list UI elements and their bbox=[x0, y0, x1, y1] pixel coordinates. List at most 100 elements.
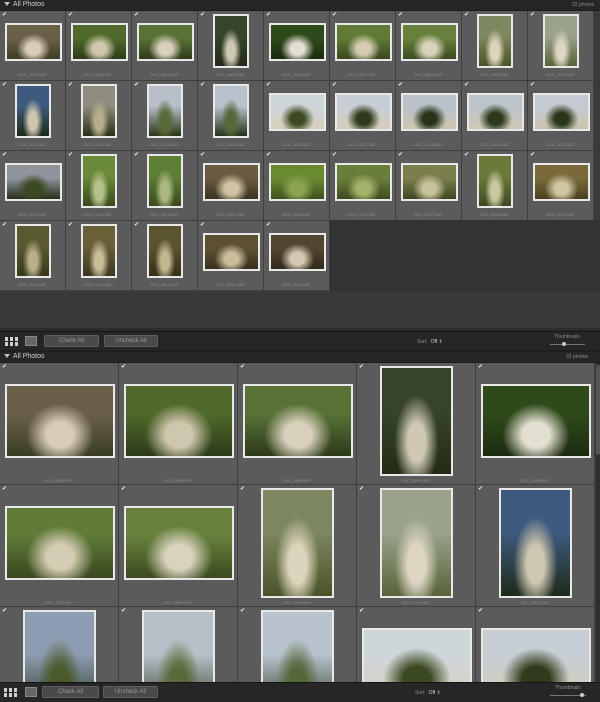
include-checkbox[interactable]: ✔ bbox=[398, 82, 403, 88]
thumbnail-cell[interactable]: ✔ DSC_0927.NEF bbox=[198, 151, 264, 221]
thumbnail-cell[interactable]: ✔ DSC_0906.NEF bbox=[476, 363, 595, 485]
include-checkbox[interactable]: ✔ bbox=[359, 608, 364, 614]
thumbnail-cell[interactable]: ✔ DSC_0916.NEF bbox=[264, 81, 330, 151]
include-checkbox[interactable]: ✔ bbox=[134, 152, 139, 158]
thumbnail-cell[interactable]: ✔DSC_0914.NEF bbox=[132, 81, 198, 151]
photo-thumbnail[interactable] bbox=[147, 154, 183, 208]
include-checkbox[interactable]: ✔ bbox=[134, 82, 139, 88]
thumbnail-cell[interactable]: ✔DSC_0915.NEF bbox=[238, 607, 357, 682]
photo-thumbnail[interactable] bbox=[361, 628, 472, 682]
thumbnail-cell[interactable]: ✔ DSC_0943.NEF bbox=[264, 221, 330, 291]
photo-thumbnail[interactable] bbox=[480, 384, 591, 458]
thumbnail-cell[interactable]: ✔ DSC_0934.NEF bbox=[462, 151, 528, 221]
thumbnail-cell[interactable]: ✔ DSC_0907.NEF bbox=[330, 11, 396, 81]
photo-thumbnail[interactable] bbox=[268, 93, 326, 131]
photo-thumbnail[interactable] bbox=[380, 366, 453, 476]
include-checkbox[interactable]: ✔ bbox=[240, 608, 245, 614]
thumbnail-cell[interactable]: ✔ DSC_0910.NEF bbox=[357, 485, 476, 607]
photo-thumbnail[interactable] bbox=[202, 163, 260, 201]
thumbnail-cell[interactable]: ✔DSC_0914.NEF bbox=[119, 607, 238, 682]
include-checkbox[interactable]: ✔ bbox=[332, 12, 337, 18]
thumbnail-size-slider-handle[interactable] bbox=[562, 342, 566, 346]
include-checkbox[interactable]: ✔ bbox=[134, 222, 139, 228]
thumbnail-size-slider[interactable] bbox=[550, 344, 585, 345]
include-checkbox[interactable]: ✔ bbox=[240, 486, 245, 492]
photo-thumbnail[interactable] bbox=[543, 14, 579, 68]
photo-thumbnail[interactable] bbox=[213, 14, 249, 68]
include-checkbox[interactable]: ✔ bbox=[68, 82, 73, 88]
thumbnail-cell[interactable]: ✔DSC_0915.NEF bbox=[198, 81, 264, 151]
include-checkbox[interactable]: ✔ bbox=[478, 608, 483, 614]
photo-thumbnail[interactable] bbox=[81, 154, 117, 208]
thumbnail-cell[interactable]: ✔ DSC_0925.NEF bbox=[66, 151, 132, 221]
include-checkbox[interactable]: ✔ bbox=[200, 82, 205, 88]
include-checkbox[interactable]: ✔ bbox=[530, 12, 535, 18]
photo-thumbnail[interactable] bbox=[466, 93, 524, 131]
include-checkbox[interactable]: ✔ bbox=[464, 82, 469, 88]
photo-thumbnail[interactable] bbox=[400, 23, 458, 61]
photo-thumbnail[interactable] bbox=[334, 23, 392, 61]
include-checkbox[interactable]: ✔ bbox=[332, 152, 337, 158]
photo-thumbnail[interactable] bbox=[400, 163, 458, 201]
photo-thumbnail[interactable] bbox=[242, 384, 353, 458]
source-title[interactable]: All Photos bbox=[4, 352, 45, 362]
photo-thumbnail[interactable] bbox=[261, 488, 334, 598]
include-checkbox[interactable]: ✔ bbox=[332, 82, 337, 88]
thumbnail-cell[interactable]: ✔ DSC_0937.NEF bbox=[528, 151, 594, 221]
include-checkbox[interactable]: ✔ bbox=[398, 152, 403, 158]
thumbnail-cell[interactable]: ✔ DSC_0906.NEF bbox=[264, 11, 330, 81]
photo-thumbnail[interactable] bbox=[532, 163, 590, 201]
include-checkbox[interactable]: ✔ bbox=[121, 608, 126, 614]
photo-thumbnail[interactable] bbox=[380, 488, 453, 598]
photo-thumbnail[interactable] bbox=[70, 23, 128, 61]
photo-thumbnail[interactable] bbox=[123, 506, 234, 580]
check-all-button[interactable]: Check All bbox=[42, 686, 99, 698]
photo-thumbnail[interactable] bbox=[400, 93, 458, 131]
photo-thumbnail[interactable] bbox=[15, 224, 51, 278]
thumbnail-cell[interactable]: ✔ DSC_0896.NEF bbox=[119, 363, 238, 485]
disclosure-triangle-icon[interactable] bbox=[4, 2, 10, 7]
thumbnail-cell[interactable]: ✔ DSC_0910.NEF bbox=[528, 11, 594, 81]
thumbnail-size-slider-handle[interactable] bbox=[580, 693, 584, 697]
photo-thumbnail[interactable] bbox=[477, 14, 513, 68]
photo-thumbnail[interactable] bbox=[142, 610, 215, 682]
include-checkbox[interactable]: ✔ bbox=[2, 82, 7, 88]
include-checkbox[interactable]: ✔ bbox=[478, 486, 483, 492]
include-checkbox[interactable]: ✔ bbox=[2, 12, 7, 18]
grid-view-icon[interactable] bbox=[5, 337, 19, 346]
include-checkbox[interactable]: ✔ bbox=[398, 12, 403, 18]
photo-thumbnail[interactable] bbox=[532, 93, 590, 131]
photo-thumbnail[interactable] bbox=[268, 233, 326, 271]
thumbnail-cell[interactable]: ✔ DSC_0898.NEF bbox=[238, 363, 357, 485]
include-checkbox[interactable]: ✔ bbox=[200, 12, 205, 18]
thumbnail-cell[interactable]: ✔ DSC_0926.NEF bbox=[132, 151, 198, 221]
loupe-view-icon[interactable] bbox=[25, 687, 37, 697]
thumbnail-cell[interactable]: ✔ DSC_0899.NEF bbox=[198, 11, 264, 81]
thumbnail-cell[interactable]: ✔ DSC_0920.NEF bbox=[528, 81, 594, 151]
thumbnail-cell[interactable]: ✔ DSC_0923.NEF bbox=[0, 151, 66, 221]
include-checkbox[interactable]: ✔ bbox=[266, 152, 271, 158]
photo-thumbnail[interactable] bbox=[23, 610, 96, 682]
photo-thumbnail[interactable] bbox=[268, 163, 326, 201]
photo-thumbnail[interactable] bbox=[4, 163, 62, 201]
photo-thumbnail[interactable] bbox=[334, 93, 392, 131]
loupe-view-icon[interactable] bbox=[25, 336, 37, 346]
include-checkbox[interactable]: ✔ bbox=[266, 82, 271, 88]
include-checkbox[interactable]: ✔ bbox=[2, 364, 7, 370]
thumbnail-cell[interactable]: ✔ DSC_0909.NEF bbox=[238, 485, 357, 607]
thumbnail-cell[interactable]: ✔ DSC_0899.NEF bbox=[357, 363, 476, 485]
scrollbar-thumb[interactable] bbox=[596, 365, 600, 455]
include-checkbox[interactable]: ✔ bbox=[2, 486, 7, 492]
thumbnail-cell[interactable]: ✔ DSC_0911.NEF bbox=[476, 485, 595, 607]
thumbnail-cell[interactable]: ✔ DSC_0942.NEF bbox=[198, 221, 264, 291]
include-checkbox[interactable]: ✔ bbox=[359, 486, 364, 492]
thumbnail-cell[interactable]: ✔DSC_0917.NEF bbox=[330, 81, 396, 151]
thumbnail-cell[interactable]: ✔ DSC_0918.NEF bbox=[396, 81, 462, 151]
include-checkbox[interactable]: ✔ bbox=[68, 152, 73, 158]
photo-thumbnail[interactable] bbox=[499, 488, 572, 598]
thumbnail-cell[interactable]: ✔DSC_0917.NEF bbox=[476, 607, 595, 682]
include-checkbox[interactable]: ✔ bbox=[464, 12, 469, 18]
include-checkbox[interactable]: ✔ bbox=[121, 486, 126, 492]
thumbnail-cell[interactable]: ✔ DSC_0939.NEF bbox=[0, 221, 66, 291]
photo-thumbnail[interactable] bbox=[136, 23, 194, 61]
